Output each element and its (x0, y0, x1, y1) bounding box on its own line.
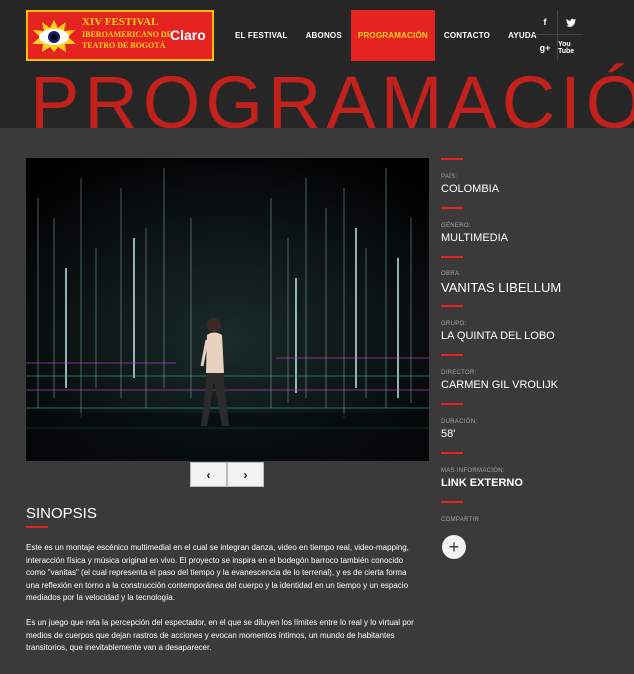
twitter-bird-glyph (565, 18, 576, 27)
info-value: MULTIMEDIA (441, 232, 509, 244)
page-title: PROGRAMACIÓN (30, 61, 634, 129)
stage-scene-image (26, 158, 429, 461)
info-divider (441, 207, 463, 209)
info-genre: GÉNERO: MULTIMEDIA (441, 223, 611, 244)
logo-subtitle: IBEROAMERICANO DE (82, 30, 173, 39)
info-divider (441, 256, 463, 258)
google-plus-icon[interactable]: g+ (533, 35, 558, 60)
info-share: COMPARTIR (441, 517, 611, 523)
logo-subtitle-2: TEATRO DE BOGOTÁ (82, 41, 166, 50)
info-director: DIRECTOR: CARMEN GIL VROLIJK (441, 370, 611, 391)
nav-contacto[interactable]: CONTACTO (435, 10, 499, 61)
twitter-icon[interactable] (558, 10, 583, 35)
info-label: DIRECTOR: (441, 370, 477, 376)
info-divider (441, 452, 463, 454)
info-group: GRUPO: LA QUINTA DEL LOBO (441, 321, 611, 342)
info-value: VANITAS LIBELLUM (441, 280, 562, 295)
synopsis-paragraph: Este es un montaje escénico multimedial … (26, 543, 409, 603)
info-label: GRUPO: (441, 321, 467, 327)
info-work: OBRA: VANITAS LIBELLUM (441, 271, 611, 295)
share-plus-button[interactable]: + (442, 535, 466, 559)
info-label: COMPARTIR (441, 517, 480, 523)
nav-abonos[interactable]: ABONOS (297, 10, 351, 61)
info-divider (441, 305, 463, 307)
external-link[interactable]: LINK EXTERNO (441, 477, 611, 489)
synopsis-title: SINOPSIS (26, 505, 97, 522)
info-divider (441, 403, 463, 405)
synopsis-divider (26, 526, 48, 528)
info-label: MAS INFORMACIÓN: (441, 468, 505, 474)
youtube-icon[interactable]: You Tube (558, 35, 583, 60)
slider-prev-button[interactable]: ‹ (190, 462, 227, 487)
sponsor-logo: Claro (170, 27, 206, 43)
info-label: PAÍS: (441, 174, 458, 180)
main-nav: EL FESTIVAL ABONOS PROGRAMACIÓN CONTACTO… (226, 10, 546, 61)
festival-logo[interactable]: XIV FESTIVAL IBEROAMERICANO DE TEATRO DE… (26, 10, 214, 61)
info-value: LA QUINTA DEL LOBO (441, 330, 555, 342)
info-divider (441, 354, 463, 356)
performance-photo (26, 158, 429, 461)
info-country: PAÍS: COLOMBIA (441, 174, 611, 195)
synopsis-paragraph: Es un juego que reta la percepción del e… (26, 618, 414, 653)
logo-title: XIV FESTIVAL (82, 16, 159, 28)
nav-el-festival[interactable]: EL FESTIVAL (226, 10, 297, 61)
info-more: MAS INFORMACIÓN: LINK EXTERNO (441, 468, 611, 489)
eye-icon (32, 20, 76, 52)
nav-programacion[interactable]: PROGRAMACIÓN (350, 10, 435, 61)
facebook-icon[interactable]: f (533, 10, 558, 35)
social-links: f g+ You Tube (533, 10, 583, 61)
slider-next-button[interactable]: › (227, 462, 264, 487)
info-label: GÉNERO: (441, 223, 471, 229)
info-duration: DURACIÓN: 58' (441, 419, 611, 440)
site-header: XIV FESTIVAL IBEROAMERICANO DE TEATRO DE… (0, 0, 634, 128)
info-divider (441, 158, 463, 160)
info-label: OBRA: (441, 271, 462, 277)
plus-icon: + (448, 537, 460, 557)
info-divider (441, 501, 463, 503)
info-label: DURACIÓN: (441, 419, 478, 425)
info-value: 58' (441, 428, 456, 440)
info-value: CARMEN GIL VROLIJK (441, 379, 558, 391)
info-value: COLOMBIA (441, 183, 500, 195)
